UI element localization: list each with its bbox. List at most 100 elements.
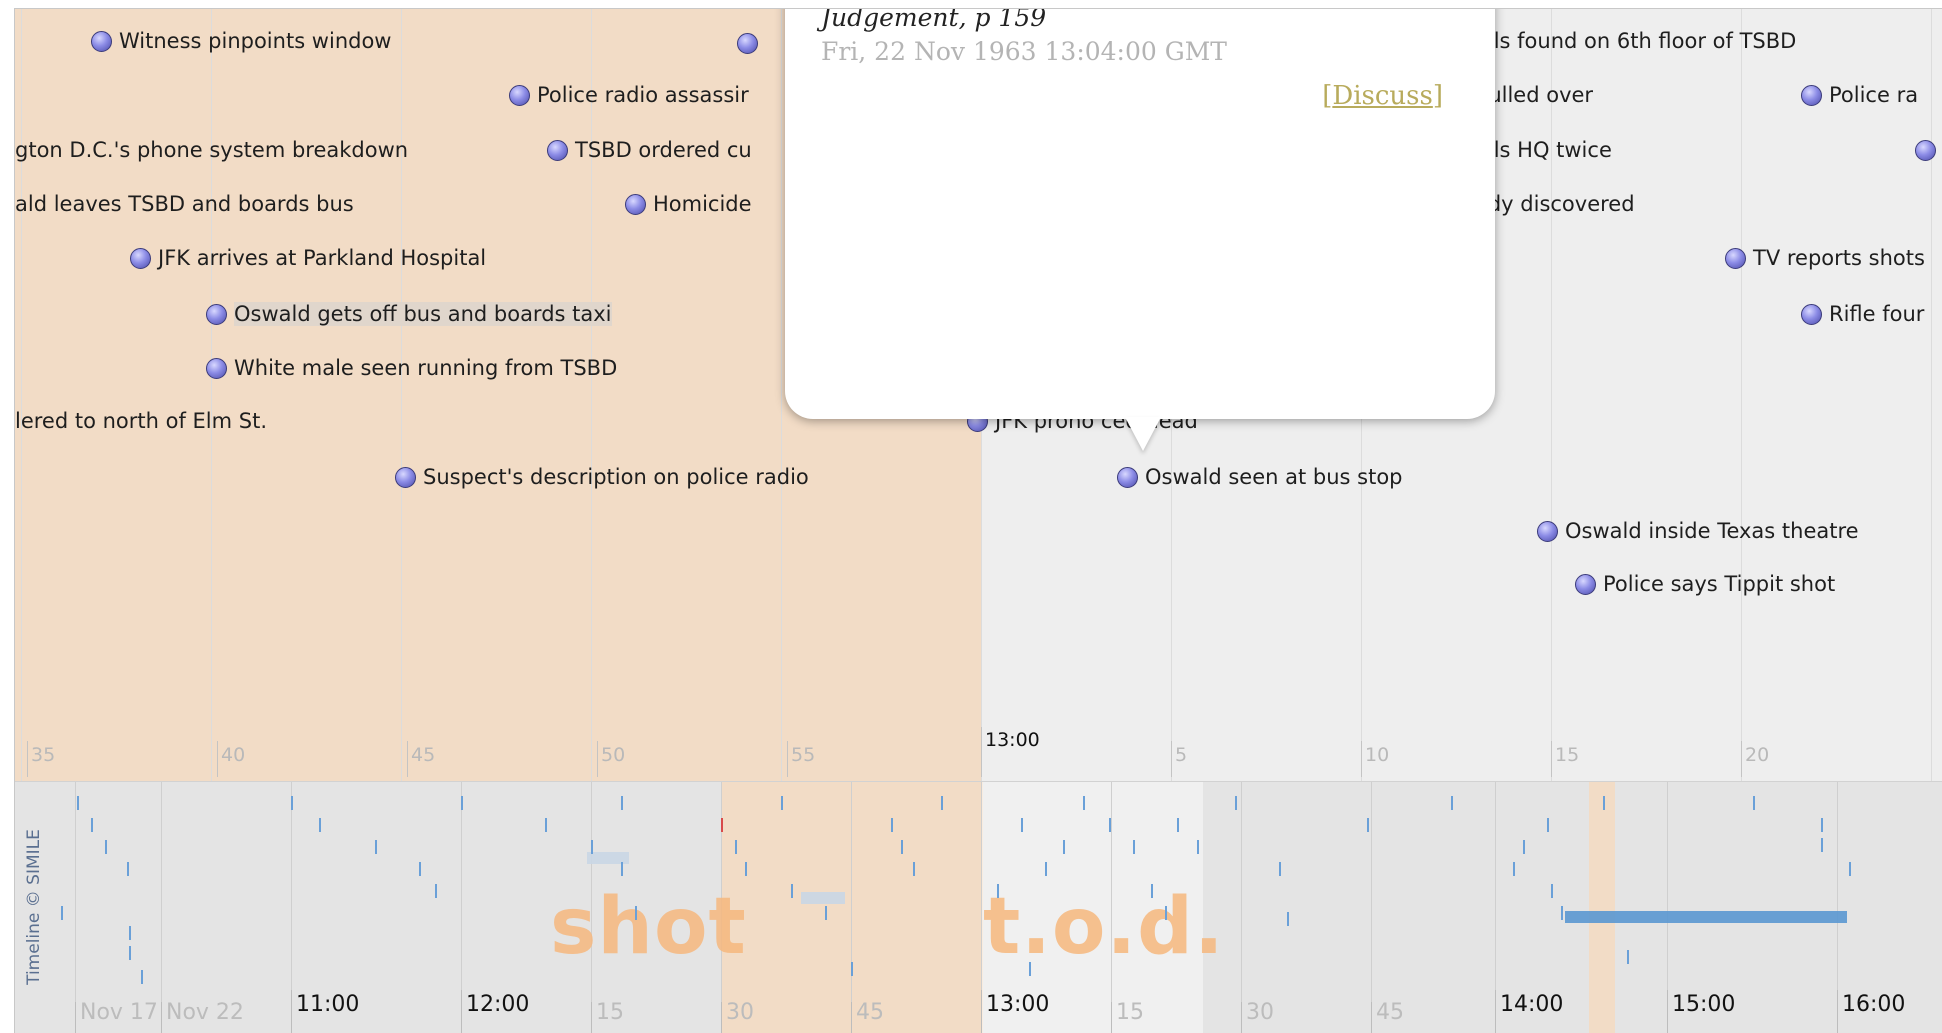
- event-label: Homicide: [653, 192, 752, 216]
- event-marker: [851, 962, 853, 976]
- event-marker: [1523, 840, 1525, 854]
- event-label: ody discovered: [1475, 192, 1635, 216]
- gridline: [1371, 782, 1372, 1033]
- event-oswald-leaves-tsbd[interactable]: ald leaves TSBD and boards bus: [15, 190, 354, 218]
- gridline: [1551, 9, 1552, 781]
- event-witness-pinpoints-window[interactable]: Witness pinpoints window: [91, 27, 391, 55]
- event-marker: [1551, 884, 1553, 898]
- minute-tick: 15: [591, 1002, 624, 1033]
- event-label: ald leaves TSBD and boards bus: [15, 192, 354, 216]
- event-dot-icon: [1117, 467, 1138, 488]
- event-marker: [591, 840, 593, 854]
- event-label: lered to north of Elm St.: [15, 409, 268, 433]
- event-marker: [419, 862, 421, 876]
- hour-tick: 12:00: [461, 990, 529, 1033]
- bubble-date: Fri, 22 Nov 1963 13:04:00 GMT: [821, 37, 1227, 66]
- event-info-bubble: Judgement, p 159 Fri, 22 Nov 1963 13:04:…: [785, 9, 1495, 451]
- event-marker: [1279, 862, 1281, 876]
- event-dot-icon: [547, 140, 568, 161]
- event-marker: [61, 906, 63, 920]
- event-marker: [1133, 840, 1135, 854]
- event-dot-icon: [206, 304, 227, 325]
- event-oswald-texas-theatre[interactable]: Oswald inside Texas theatre: [1537, 517, 1859, 545]
- event-marker: [1045, 862, 1047, 876]
- event-dot-icon: [1801, 304, 1822, 325]
- timeline[interactable]: Witness pinpoints window Police radio as…: [14, 8, 1942, 1033]
- event-label: Rifle four: [1829, 302, 1925, 326]
- event-white-male-running[interactable]: White male seen running from TSBD: [206, 354, 617, 382]
- event-suspect-description[interactable]: Suspect's description on police radio: [395, 463, 809, 491]
- event-marker: [1029, 962, 1031, 976]
- event-police-radio-right[interactable]: Police ra: [1801, 81, 1918, 109]
- event-marker: [997, 884, 999, 898]
- hour-tick: 15:00: [1667, 990, 1735, 1033]
- event-marker: [735, 840, 737, 854]
- time-tick-hour: 13:00: [981, 727, 1040, 777]
- timeline-main-band[interactable]: Witness pinpoints window Police radio as…: [15, 9, 1942, 781]
- event-label: Police says Tippit shot: [1603, 572, 1836, 596]
- event-marker: [291, 796, 293, 810]
- event-marker: [1821, 818, 1823, 832]
- gridline: [1241, 782, 1242, 1033]
- hour-tick: 16:00: [1837, 990, 1905, 1033]
- credit-text[interactable]: Timeline © SIMILE: [24, 802, 44, 1012]
- event-label: Oswald inside Texas theatre: [1565, 519, 1859, 543]
- timeline-overview-band[interactable]: shot t.o.d. Nov 17 Nov 22 11:00 12:00 15…: [15, 781, 1942, 1033]
- event-marker: [545, 818, 547, 832]
- event-marker: [1367, 818, 1369, 832]
- overview-highlight: [721, 782, 983, 1033]
- event-dot-icon: [395, 467, 416, 488]
- event-marker: [1849, 862, 1851, 876]
- event-police-radio-assassination[interactable]: Police radio assassir: [509, 81, 749, 109]
- event-homicide[interactable]: Homicide: [625, 190, 752, 218]
- event-tippit-shot[interactable]: Police says Tippit shot: [1575, 570, 1835, 598]
- event-label: TSBD ordered cu: [575, 138, 752, 162]
- event-shells-found-6th-floor[interactable]: alls found on 6th floor of TSBD: [1447, 27, 1796, 55]
- overview-span-bar: [1565, 911, 1847, 923]
- event-dot-icon: [509, 85, 530, 106]
- event-ordered-north-elm[interactable]: lered to north of Elm St.: [15, 407, 267, 435]
- event-dot-icon: [1915, 140, 1936, 161]
- event-dot-icon: [1801, 85, 1822, 106]
- event-tv-reports-shots[interactable]: TV reports shots: [1725, 244, 1925, 272]
- event-marker: [105, 840, 107, 854]
- event-label: Police radio assassir: [537, 83, 749, 107]
- event-rifle-found[interactable]: Rifle four: [1801, 300, 1924, 328]
- event-label: Suspect's description on police radio: [423, 465, 809, 489]
- event-marker: [127, 862, 129, 876]
- event-label: White male seen running from TSBD: [234, 356, 618, 380]
- date-tick: Nov 17: [75, 1002, 158, 1033]
- event-dot-icon: [625, 194, 646, 215]
- hour-tick: 14:00: [1495, 990, 1563, 1033]
- event-marker: [319, 818, 321, 832]
- gridline: [591, 9, 592, 781]
- event-oswald-boards-taxi[interactable]: Oswald gets off bus and boards taxi: [206, 300, 612, 328]
- event-marker: [1287, 912, 1289, 926]
- event-label: TV reports shots: [1753, 246, 1925, 270]
- event-marker: [91, 818, 93, 832]
- event-dot-icon: [737, 33, 758, 54]
- gridline: [21, 9, 22, 781]
- event-jfk-arrives-parkland[interactable]: JFK arrives at Parkland Hospital: [130, 244, 486, 272]
- discuss-link-label[interactable]: Discuss: [1332, 81, 1433, 111]
- event-marker: [891, 818, 893, 832]
- event-tsbd-ordered[interactable]: TSBD ordered cu: [547, 136, 752, 164]
- event-dot-icon: [1537, 521, 1558, 542]
- event-marker: [1165, 906, 1167, 920]
- discuss-link[interactable]: [Discuss]: [1322, 81, 1443, 111]
- event-cut-off-right[interactable]: [1915, 136, 1942, 164]
- gridline: [781, 9, 782, 781]
- event-dot-icon: [206, 358, 227, 379]
- event-phone-system-breakdown[interactable]: gton D.C.'s phone system breakdown: [15, 136, 408, 164]
- event-marker: [1177, 818, 1179, 832]
- time-tick: 15: [1551, 741, 1579, 777]
- event-oswald-bus-stop[interactable]: Oswald seen at bus stop: [1117, 463, 1403, 491]
- simile-credit[interactable]: Timeline © SIMILE: [21, 792, 47, 1028]
- bubble-pointer: [1125, 417, 1161, 451]
- event-hidden-under-popup[interactable]: [737, 29, 765, 57]
- overview-highlight: [1589, 782, 1615, 1033]
- event-marker: [1561, 906, 1563, 920]
- event-marker: [1753, 796, 1755, 810]
- event-marker: [745, 862, 747, 876]
- event-marker: [781, 796, 783, 810]
